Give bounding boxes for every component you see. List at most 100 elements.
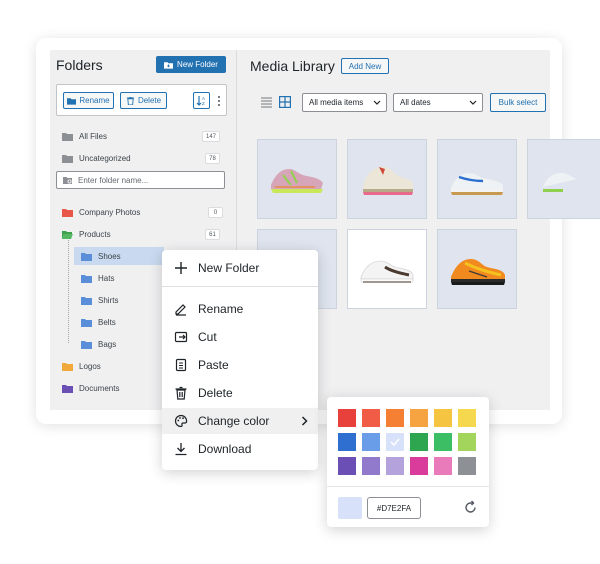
grid-view-icon[interactable] [279, 96, 291, 108]
folder-label: Shoes [98, 251, 121, 261]
menu-item-label: Change color [198, 414, 270, 428]
color-swatch[interactable] [458, 433, 476, 451]
color-swatch[interactable] [362, 409, 380, 427]
chevron-right-icon [301, 416, 308, 426]
date-filter-value: All dates [400, 98, 431, 107]
folder-item-bags[interactable]: Bags [81, 335, 116, 353]
list-view-icon[interactable] [261, 97, 272, 108]
menu-item-label: Rename [198, 302, 244, 316]
folder-label: Products [79, 229, 111, 239]
folder-icon [62, 384, 73, 393]
folder-item-belts[interactable]: Belts [81, 313, 116, 331]
menu-item-cut[interactable]: Cut [162, 324, 318, 350]
menu-item-rename[interactable]: Rename [162, 296, 318, 322]
bulk-select-button[interactable]: Bulk select [490, 93, 546, 112]
color-swatch[interactable] [362, 457, 380, 475]
uncategorized-count: 78 [205, 153, 220, 164]
menu-item-new-folder[interactable]: New Folder [162, 255, 318, 281]
color-swatch[interactable] [458, 457, 476, 475]
menu-item-delete[interactable]: Delete [162, 380, 318, 406]
date-filter[interactable]: All dates [393, 93, 483, 112]
folder-icon [62, 208, 73, 217]
color-swatch[interactable] [410, 409, 428, 427]
color-swatch[interactable] [434, 433, 452, 451]
folders-title: Folders [56, 57, 103, 73]
media-thumbnail[interactable] [347, 139, 427, 219]
new-folder-button[interactable]: New Folder [156, 56, 226, 73]
menu-item-download[interactable]: Download [162, 436, 318, 462]
folder-item-products[interactable]: Products [62, 225, 111, 243]
cut-icon [174, 331, 188, 343]
pencil-icon [175, 304, 186, 316]
folder-plus-icon [164, 61, 174, 69]
color-swatch[interactable] [410, 457, 428, 475]
dot-icon [218, 103, 220, 106]
sneaker-image [543, 173, 577, 192]
hex-color-input[interactable]: #D7E2FA [367, 497, 421, 519]
folder-toolbar: Rename Delete AZ [56, 84, 227, 116]
color-swatch[interactable] [434, 457, 452, 475]
folder-count: 61 [205, 229, 220, 240]
more-options-button[interactable] [215, 93, 223, 108]
sneaker-image [451, 259, 505, 285]
menu-item-label: Download [198, 442, 252, 456]
folder-icon [81, 296, 92, 305]
color-swatch[interactable] [410, 433, 428, 451]
all-files-count: 147 [202, 131, 221, 142]
folder-item-company-photos[interactable]: Company Photos [62, 203, 140, 221]
color-preview [338, 497, 362, 519]
media-thumbnail[interactable] [527, 139, 600, 219]
media-type-filter[interactable]: All media items [302, 93, 387, 112]
color-swatch[interactable] [386, 457, 404, 475]
color-swatch[interactable] [434, 409, 452, 427]
reset-color-icon[interactable] [463, 500, 478, 515]
sneaker-image [363, 167, 413, 195]
menu-item-label: Delete [198, 386, 233, 400]
rename-button[interactable]: Rename [63, 92, 114, 109]
clipboard-icon [175, 358, 187, 372]
color-swatch[interactable] [338, 409, 356, 427]
folder-item-shirts[interactable]: Shirts [81, 291, 118, 309]
sneaker-image [451, 173, 503, 195]
folder-item-logos[interactable]: Logos [62, 357, 101, 375]
media-thumbnail[interactable] [347, 229, 427, 309]
media-thumbnail[interactable] [437, 229, 517, 309]
sort-icon: AZ [196, 96, 205, 106]
dot-icon [218, 95, 220, 98]
media-thumbnail[interactable] [437, 139, 517, 219]
folder-item-documents[interactable]: Documents [62, 379, 119, 397]
folder-edit-icon [67, 97, 77, 105]
delete-button[interactable]: Delete [120, 92, 167, 109]
folder-icon [62, 362, 73, 371]
uncategorized-item[interactable]: Uncategorized [62, 149, 131, 167]
folder-item-shoes[interactable]: Shoes [81, 247, 121, 265]
folder-label: Documents [79, 383, 120, 393]
color-swatch[interactable] [386, 409, 404, 427]
folder-item-hats[interactable]: Hats [81, 269, 114, 287]
sort-button[interactable]: AZ [193, 92, 210, 109]
folder-search-field[interactable] [56, 171, 225, 189]
folder-icon [62, 154, 73, 163]
new-folder-label: New Folder [177, 60, 218, 69]
uncategorized-label: Uncategorized [79, 153, 131, 163]
folder-label: Bags [98, 339, 117, 349]
folder-icon [81, 318, 92, 327]
menu-item-change-color[interactable]: Change color [162, 408, 318, 434]
color-swatch[interactable] [458, 409, 476, 427]
menu-item-paste[interactable]: Paste [162, 352, 318, 378]
all-files-item[interactable]: All Files [62, 127, 107, 145]
add-new-button[interactable]: Add New [341, 58, 389, 74]
chevron-down-icon [469, 100, 477, 105]
folder-icon [81, 274, 92, 283]
color-swatch[interactable] [338, 457, 356, 475]
folder-icon [81, 252, 92, 261]
color-swatch[interactable] [362, 433, 380, 451]
color-swatch[interactable] [386, 433, 404, 451]
folder-open-icon [62, 230, 73, 239]
media-thumbnail[interactable] [257, 139, 337, 219]
download-icon [175, 443, 187, 456]
rename-label: Rename [79, 96, 110, 105]
folder-name-input[interactable] [78, 175, 218, 185]
dot-icon [218, 99, 220, 102]
color-swatch[interactable] [338, 433, 356, 451]
